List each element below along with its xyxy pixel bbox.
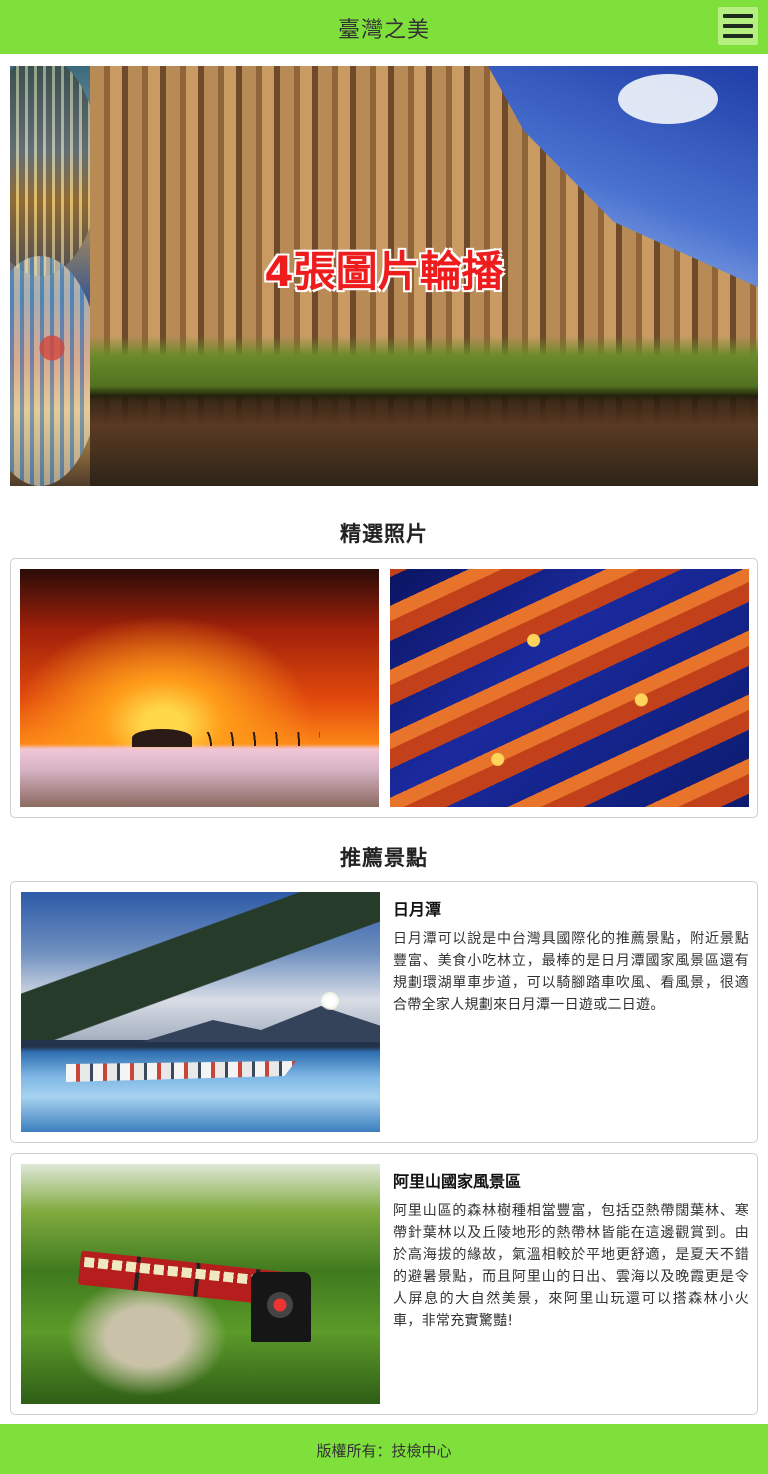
hamburger-menu-button[interactable]	[718, 7, 758, 45]
recommended-section-title: 推薦景點	[340, 846, 428, 870]
attraction-description: 阿里山區的森林樹種相當豐富，包括亞熱帶闊葉林、寒帶針葉林以及丘陵地形的熱帶林皆能…	[393, 1203, 749, 1329]
attraction-photo-alishan	[21, 1164, 380, 1404]
hamburger-menu-icon-bar	[723, 24, 753, 28]
attraction-title: 阿里山國家風景區	[393, 1172, 522, 1191]
mountains	[141, 1006, 380, 1042]
attraction-card-sun-moon-lake[interactable]: 日月潭 日月潭可以說是中台灣具國際化的推薦景點，附近景點豐富、美食小吃林立，最棒…	[10, 881, 758, 1143]
hamburger-menu-icon-bar	[723, 14, 753, 18]
sun	[321, 992, 339, 1010]
attraction-title: 日月潭	[393, 900, 442, 919]
steam-engine	[251, 1272, 311, 1342]
attraction-description: 日月潭可以說是中台灣具國際化的推薦景點，附近景點豐富、美食小吃林立，最棒的是日月…	[393, 931, 749, 1013]
featured-section-title: 精選照片	[340, 522, 428, 546]
attraction-photo-sun-moon-lake	[21, 892, 380, 1132]
site-title: 臺灣之美	[337, 18, 430, 43]
site-footer: 版權所有：技檢中心	[0, 1424, 768, 1474]
attraction-card-alishan[interactable]: 阿里山國家風景區 阿里山區的森林樹種相當豐富，包括亞熱帶闊葉林、寒帶針葉林以及丘…	[10, 1153, 758, 1415]
image-carousel[interactable]: 4張圖片輪播	[10, 66, 758, 486]
cloud	[618, 74, 718, 124]
boats	[66, 1061, 296, 1082]
arch-bridge	[170, 732, 320, 746]
featured-photo-lanterns[interactable]	[390, 569, 749, 807]
site-header: 臺灣之美	[0, 0, 768, 54]
featured-photos-box	[10, 558, 758, 818]
featured-photo-sunset[interactable]	[20, 569, 379, 807]
hamburger-menu-icon-bar	[723, 34, 753, 38]
copyright-text: 版權所有：技檢中心	[316, 1442, 452, 1460]
carousel-caption: 4張圖片輪播	[264, 247, 504, 296]
